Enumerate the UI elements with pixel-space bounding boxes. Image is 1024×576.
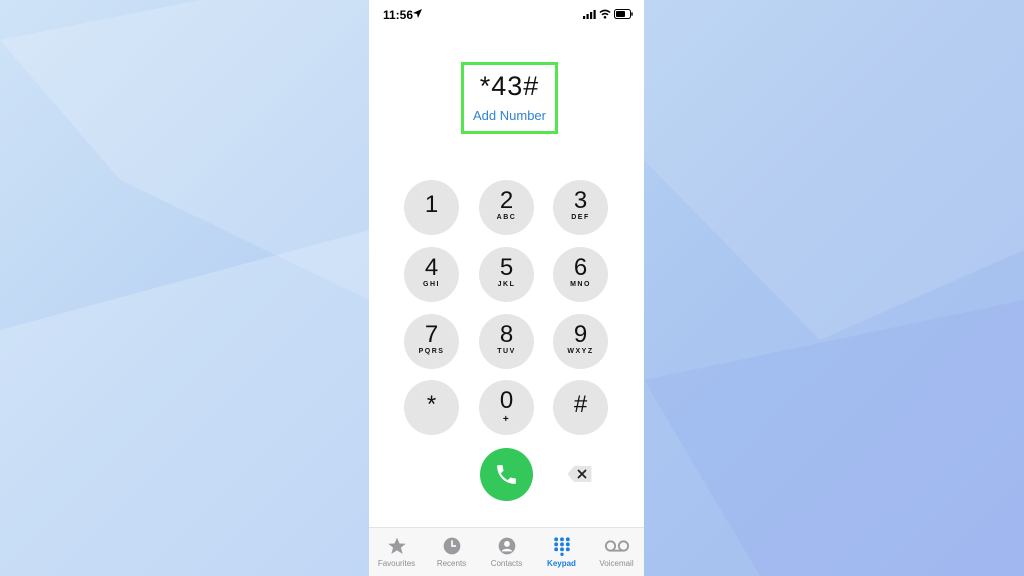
key-hash[interactable]: # — [553, 380, 608, 435]
key-star[interactable]: * — [404, 380, 459, 435]
star-icon — [387, 537, 406, 554]
dialed-number-highlight: *43# Add Number — [461, 62, 558, 134]
phone-handset-icon — [497, 465, 516, 484]
status-time: 11:56 — [383, 8, 414, 22]
key-9[interactable]: 9 WXYZ — [553, 314, 608, 369]
person-icon — [498, 537, 515, 555]
tab-contacts[interactable]: Contacts — [479, 528, 534, 576]
battery-icon — [614, 9, 633, 19]
phone-screen: 11:56 *43# Add Number 1 2 ABC 3 DEF 4 GH… — [369, 0, 644, 576]
call-button[interactable] — [480, 448, 533, 501]
key-8[interactable]: 8 TUV — [479, 314, 534, 369]
clock-icon — [443, 537, 460, 555]
dialed-number: *43# — [479, 71, 540, 101]
delete-backspace-icon[interactable] — [567, 465, 592, 483]
status-bar: 11:56 — [369, 0, 644, 30]
key-6[interactable]: 6 MNO — [553, 247, 608, 302]
key-7[interactable]: 7 PQRS — [404, 314, 459, 369]
add-number-link[interactable]: Add Number — [464, 108, 555, 123]
key-5[interactable]: 5 JKL — [479, 247, 534, 302]
tab-recents[interactable]: Recents — [424, 528, 479, 576]
key-3[interactable]: 3 DEF — [553, 180, 608, 235]
location-arrow-icon — [413, 9, 422, 18]
key-4[interactable]: 4 GHI — [404, 247, 459, 302]
key-0[interactable]: 0 + — [479, 380, 534, 435]
voicemail-icon — [604, 540, 629, 552]
tab-keypad[interactable]: Keypad — [534, 528, 589, 576]
key-1[interactable]: 1 — [404, 180, 459, 235]
cellular-signal-icon — [583, 10, 596, 19]
key-2[interactable]: 2 ABC — [479, 180, 534, 235]
tab-voicemail[interactable]: Voicemail — [589, 528, 644, 576]
keypad-icon — [553, 537, 570, 556]
wifi-icon — [599, 9, 611, 19]
tab-bar: Favourites Recents Contacts Keypad Voice… — [369, 527, 644, 576]
tab-favourites[interactable]: Favourites — [369, 528, 424, 576]
